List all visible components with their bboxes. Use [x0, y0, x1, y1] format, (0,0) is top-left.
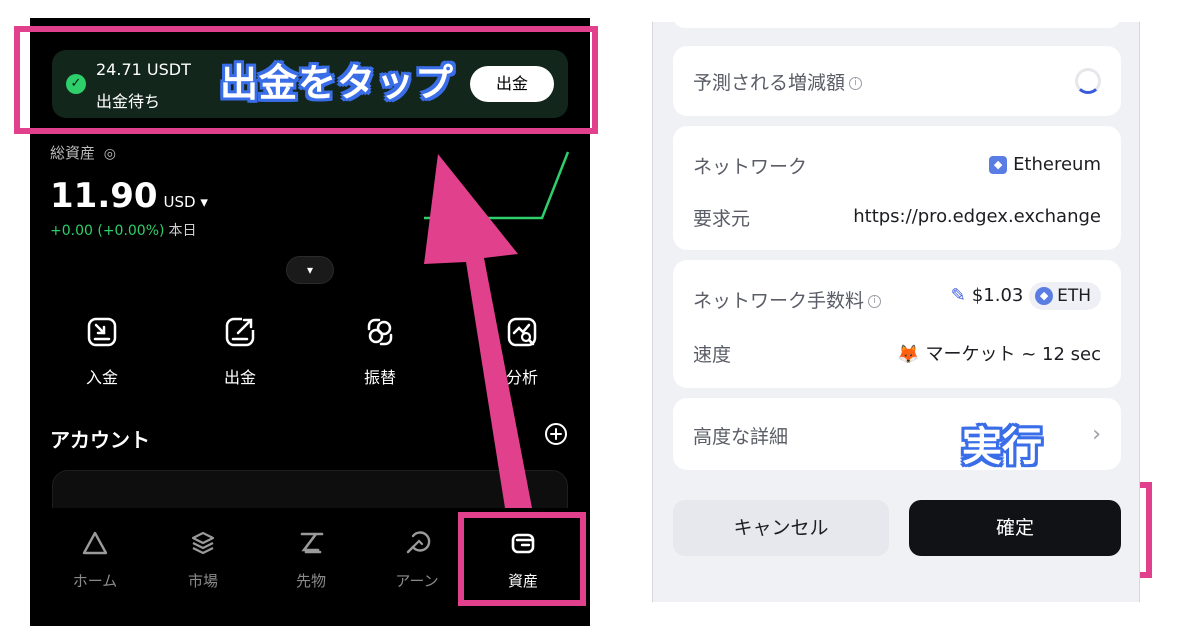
requester-value: https://pro.edgex.exchange [853, 206, 1101, 227]
eye-icon[interactable]: ◎ [104, 146, 116, 162]
total-assets-value: 11.90 USD ▾ [50, 176, 208, 216]
account-title: アカウント [50, 428, 150, 452]
stage: ✓ 24.71 USDT 出金待ち 出金 出金をタップ 総資産 ◎ 11.90 U… [0, 0, 1200, 630]
estimated-change-label: 予測される増減額 i [693, 68, 863, 95]
tab-home[interactable]: ホーム [50, 528, 140, 591]
action-deposit-label: 入金 [85, 368, 118, 387]
advanced-details-label: 高度な詳細 [693, 426, 789, 448]
network-fee-value[interactable]: ✎ $1.03 ◆ ETH [951, 282, 1101, 310]
network-fee-label-text: ネットワーク手数料 [693, 290, 865, 312]
speed-value-text: マーケット ~ 12 sec [925, 344, 1102, 365]
highlight-withdraw-banner [14, 26, 598, 134]
estimated-change-label-text: 予測される増減額 [693, 72, 846, 94]
advanced-details-row[interactable]: 高度な詳細 › [673, 398, 1121, 470]
confirm-transaction-panel: 予測される増減額 i ネットワーク ◆ Ethereum 要求元 https://p… [652, 16, 1140, 602]
fox-icon: 🦊 [897, 344, 920, 365]
total-assets-label-text: 総資産 [50, 144, 96, 162]
network-card: ネットワーク ◆ Ethereum 要求元 https://pro.edgex.e… [673, 126, 1121, 250]
tab-earn[interactable]: アーン [372, 528, 462, 591]
total-amount: 11.90 [50, 176, 158, 216]
speed-label: 速度 [693, 344, 732, 366]
fee-info-icon[interactable]: i [868, 295, 882, 308]
info-icon[interactable]: i [849, 77, 863, 90]
tab-home-label: ホーム [72, 572, 118, 590]
eth-token-pill: ◆ ETH [1029, 282, 1101, 310]
action-transfer[interactable]: 振替 [340, 314, 420, 388]
chevron-right-icon: › [1092, 422, 1101, 447]
sparkline-chart [424, 151, 570, 220]
daily-change: +0.00 (+0.00%) 本日 [50, 220, 196, 240]
highlight-assets-tab [458, 512, 586, 606]
ethereum-icon: ◆ [989, 156, 1008, 174]
add-account-icon[interactable] [544, 422, 568, 446]
action-deposit[interactable]: 入金 [62, 314, 142, 388]
action-analysis[interactable]: 分析 [482, 314, 562, 388]
action-withdraw[interactable]: 出金 [200, 314, 280, 388]
network-value-text: Ethereum [1013, 154, 1101, 175]
cancel-button[interactable]: キャンセル [673, 500, 889, 556]
network-fee-label: ネットワーク手数料 i [693, 286, 882, 313]
action-transfer-label: 振替 [363, 368, 396, 387]
earn-icon [406, 531, 431, 554]
currency-selector[interactable]: USD ▾ [164, 193, 208, 211]
network-label: ネットワーク [693, 156, 808, 178]
speed-value[interactable]: 🦊 マーケット ~ 12 sec [897, 340, 1101, 366]
fee-token: ETH [1057, 286, 1091, 306]
action-withdraw-label: 出金 [223, 368, 256, 387]
action-analysis-label: 分析 [505, 368, 538, 387]
futures-icon [300, 532, 324, 554]
loading-spinner-icon [1075, 68, 1101, 94]
market-icon [191, 531, 215, 555]
requester-label: 要求元 [693, 208, 751, 230]
home-icon [82, 531, 108, 555]
confirm-button[interactable]: 確定 [909, 500, 1121, 556]
estimated-change-card: 予測される増減額 i [673, 46, 1121, 116]
fee-amount: $1.03 [971, 285, 1024, 306]
pencil-icon: ✎ [950, 285, 966, 306]
tab-futures[interactable]: 先物 [266, 528, 356, 591]
eth-coin-icon: ◆ [1035, 287, 1054, 305]
caption-execute: 実行 [962, 424, 1042, 470]
tab-futures-label: 先物 [295, 572, 326, 590]
change-period: 本日 [168, 223, 197, 239]
tab-earn-label: アーン [395, 572, 439, 590]
tab-market-label: 市場 [187, 572, 218, 590]
tab-market[interactable]: 市場 [158, 528, 248, 591]
deposit-icon [87, 317, 117, 347]
transfer-icon [367, 318, 393, 346]
analysis-icon [507, 317, 537, 347]
network-fee-card: ネットワーク手数料 i ✎ $1.03 ◆ ETH 速度 🦊 マーケット ~ 12 s… [673, 260, 1121, 388]
network-value: ◆ Ethereum [989, 154, 1101, 175]
total-assets-label: 総資産 ◎ [50, 142, 116, 163]
change-value: +0.00 (+0.00%) [50, 223, 165, 239]
withdraw-icon [225, 317, 255, 347]
top-card-edge [673, 16, 1121, 28]
expand-button[interactable]: ▾ [286, 256, 334, 284]
